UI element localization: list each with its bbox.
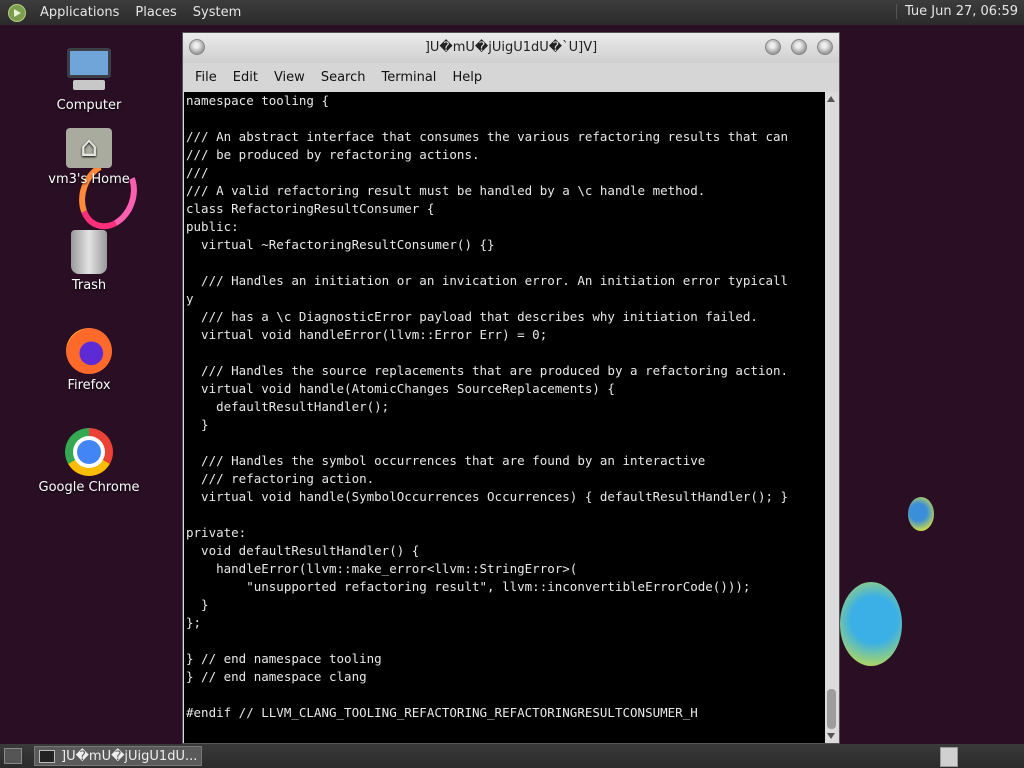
terminal-text: namespace tooling { /// An abstract inte… bbox=[186, 93, 789, 720]
desktop-icon-home[interactable]: vm3's Home bbox=[34, 128, 144, 187]
menu-view[interactable]: View bbox=[266, 70, 313, 85]
close-icon[interactable] bbox=[817, 39, 833, 55]
workspace-switcher[interactable] bbox=[940, 747, 958, 767]
scrollbar-thumb[interactable] bbox=[827, 689, 836, 729]
firefox-icon bbox=[66, 328, 112, 374]
window-title: ]U�mU�jUigU1dU�`U]V] bbox=[424, 40, 598, 55]
desktop-icon-label: Google Chrome bbox=[38, 480, 140, 495]
clock[interactable]: Tue Jun 27, 06:59 bbox=[895, 4, 1018, 19]
distro-logo-icon[interactable] bbox=[8, 3, 26, 22]
computer-icon bbox=[65, 46, 113, 94]
window-menu-icon[interactable] bbox=[189, 39, 205, 55]
terminal-icon bbox=[39, 749, 55, 763]
desktop-icon-label: vm3's Home bbox=[48, 172, 130, 187]
desktop-icon-chrome[interactable]: Google Chrome bbox=[34, 428, 144, 495]
top-panel: Applications Places System Tue Jun 27, 0… bbox=[0, 0, 1024, 25]
chrome-icon bbox=[65, 428, 113, 476]
terminal-output[interactable]: namespace tooling { /// An abstract inte… bbox=[184, 92, 826, 743]
menu-edit[interactable]: Edit bbox=[225, 70, 266, 85]
maximize-icon[interactable] bbox=[791, 39, 807, 55]
desktop-icon-label: Trash bbox=[71, 278, 107, 293]
taskbar-terminal-button[interactable]: ]U�mU�jUigU1dU... bbox=[34, 746, 202, 766]
scroll-up-icon[interactable] bbox=[827, 96, 835, 102]
trash-icon bbox=[71, 230, 107, 274]
desktop-icon-label: Firefox bbox=[67, 378, 111, 393]
terminal-scrollbar[interactable] bbox=[825, 92, 838, 743]
window-menubar: File Edit View Search Terminal Help bbox=[183, 63, 839, 91]
menu-file[interactable]: File bbox=[187, 70, 225, 85]
menu-applications[interactable]: Applications bbox=[32, 5, 127, 20]
wallpaper-bubble bbox=[908, 497, 934, 531]
menu-search[interactable]: Search bbox=[313, 70, 374, 85]
taskbar-task-label: ]U�mU�jUigU1dU... bbox=[61, 748, 198, 764]
desktop-icon-trash[interactable]: Trash bbox=[34, 230, 144, 293]
scroll-down-icon[interactable] bbox=[827, 733, 835, 739]
wallpaper-bubble bbox=[840, 582, 902, 666]
home-folder-icon bbox=[66, 128, 112, 168]
bottom-panel: ]U�mU�jUigU1dU... bbox=[0, 744, 1024, 768]
terminal-window: ]U�mU�jUigU1dU�`U]V] File Edit View Sear… bbox=[182, 32, 840, 744]
desktop-icon-firefox[interactable]: Firefox bbox=[34, 328, 144, 393]
menu-system[interactable]: System bbox=[185, 5, 249, 20]
show-desktop-icon[interactable] bbox=[4, 748, 22, 764]
menu-terminal[interactable]: Terminal bbox=[373, 70, 444, 85]
desktop-icon-label: Computer bbox=[56, 98, 122, 113]
window-titlebar[interactable]: ]U�mU�jUigU1dU�`U]V] bbox=[183, 33, 839, 63]
menu-help[interactable]: Help bbox=[444, 70, 490, 85]
menu-places[interactable]: Places bbox=[127, 5, 184, 20]
minimize-icon[interactable] bbox=[765, 39, 781, 55]
desktop-icon-computer[interactable]: Computer bbox=[34, 46, 144, 113]
